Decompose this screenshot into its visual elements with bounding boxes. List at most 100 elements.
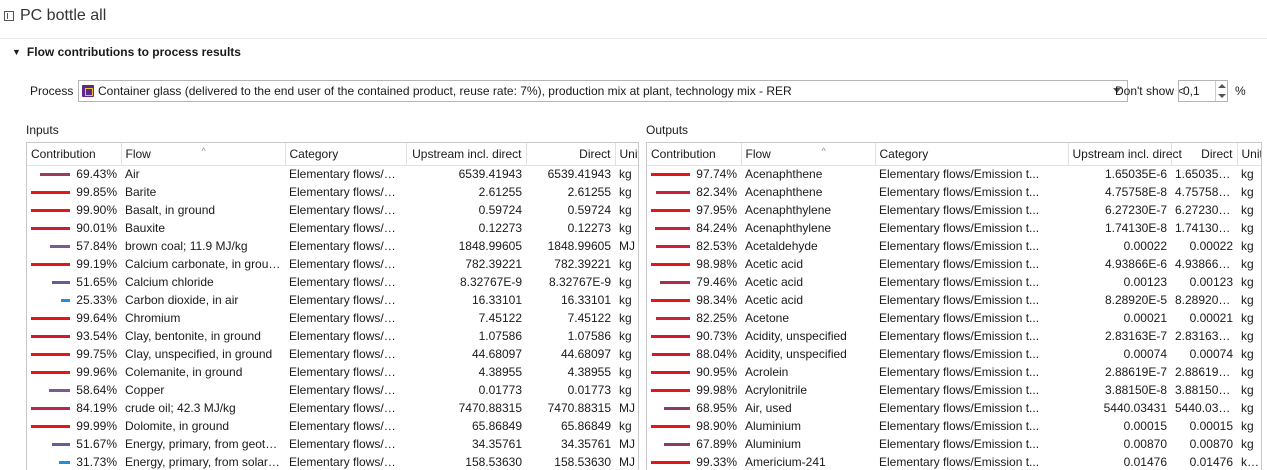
- contribution-value: 67.89%: [696, 437, 737, 451]
- contribution-cell: 84.24%: [647, 219, 741, 237]
- contribution-bar: [59, 460, 71, 464]
- contribution-value: 99.33%: [696, 455, 737, 469]
- process-label: Process: [30, 84, 74, 98]
- contribution-value: 25.33%: [76, 293, 117, 307]
- flow-cell: brown coal; 11.9 MJ/kg: [125, 239, 248, 253]
- table-row[interactable]: 69.43% Air Elementary flows/R... 6539.41943…: [27, 165, 638, 183]
- table-row[interactable]: 88.04% Acidity, unspecified Elementary flo…: [647, 345, 1261, 363]
- table-row[interactable]: 99.19% Calcium carbonate, in ground Elemen…: [27, 255, 638, 273]
- column-header-upstream[interactable]: Upstream incl. direct: [406, 143, 527, 166]
- table-row[interactable]: 84.19% crude oil; 42.3 MJ/kg Elementary fl…: [27, 399, 638, 417]
- table-row[interactable]: 90.95% Acrolein Elementary flows/Emission …: [647, 363, 1261, 381]
- column-header-contribution[interactable]: Contribution: [27, 143, 122, 166]
- table-row[interactable]: 99.64% Chromium Elementary flows/R... 7.451…: [27, 309, 638, 327]
- flow-cell: Acetic acid: [745, 275, 804, 289]
- contribution-bar: [651, 298, 691, 302]
- column-header-flow[interactable]: Flow ^: [121, 143, 286, 166]
- column-header-flow-label: Flow: [745, 146, 771, 161]
- upstream-cell: 0.00022: [1123, 239, 1167, 253]
- contribution-value: 57.84%: [76, 239, 117, 253]
- table-row[interactable]: 99.85% Barite Elementary flows/R... 2.61255…: [27, 183, 638, 201]
- contribution-value: 93.54%: [76, 329, 117, 343]
- table-row[interactable]: 98.98% Acetic acid Elementary flows/Emissi…: [647, 255, 1261, 273]
- unit-cell: kg: [1241, 167, 1254, 182]
- process-select[interactable]: Container glass (delivered to the end us…: [78, 80, 1128, 102]
- table-row[interactable]: 67.89% Aluminium Elementary flows/Emission…: [647, 435, 1261, 453]
- process-icon: [82, 85, 94, 97]
- table-row[interactable]: 82.34% Acenaphthene Elementary flows/Emiss…: [647, 183, 1261, 201]
- section-toggle[interactable]: ▼ Flow contributions to process results: [12, 43, 241, 61]
- spinner-buttons[interactable]: [1215, 81, 1227, 101]
- table-row[interactable]: 68.95% Air, used Elementary flows/Emission…: [647, 399, 1261, 417]
- unit-cell: kg: [619, 419, 632, 433]
- column-header-unit[interactable]: Unit: [1237, 143, 1261, 166]
- table-row[interactable]: 99.96% Colemanite, in ground Elementary fl…: [27, 363, 638, 381]
- upstream-cell: 4.38955: [478, 365, 522, 379]
- contribution-value: 97.74%: [696, 167, 737, 182]
- category-cell: Elementary flows/R...: [289, 365, 403, 379]
- cutoff-spinner[interactable]: 0,1: [1178, 80, 1228, 102]
- category-cell: Elementary flows/R...: [289, 455, 403, 469]
- column-header-upstream[interactable]: Upstream incl. direct: [1068, 143, 1182, 166]
- table-row[interactable]: 98.34% Acetic acid Elementary flows/Emissi…: [647, 291, 1261, 309]
- contribution-bar: [31, 226, 71, 230]
- table-row[interactable]: 99.90% Basalt, in ground Elementary flows/…: [27, 201, 638, 219]
- column-header-unit[interactable]: Unit: [615, 143, 638, 166]
- table-row[interactable]: 97.74% Acenaphthene Elementary flows/Emiss…: [647, 165, 1261, 183]
- column-header-flow[interactable]: Flow ^: [741, 143, 876, 166]
- category-cell: Elementary flows/Emission t...: [879, 437, 1040, 451]
- category-cell: Elementary flows/Emission t...: [879, 347, 1040, 361]
- table-row[interactable]: 99.98% Acrylonitrile Elementary flows/Emis…: [647, 381, 1261, 399]
- upstream-cell: 6.27230E-7: [1104, 203, 1167, 217]
- table-row[interactable]: 99.33% Americium-241 Elementary flows/Emis…: [647, 453, 1261, 470]
- table-row[interactable]: 31.73% Energy, primary, from solar ... Ele…: [27, 453, 638, 470]
- contribution-cell: 99.64%: [27, 309, 121, 327]
- contribution-cell: 99.99%: [27, 417, 121, 435]
- table-row[interactable]: 25.33% Carbon dioxide, in air Elementary f…: [27, 291, 638, 309]
- table-row[interactable]: 51.67% Energy, primary, from geoth... Elem…: [27, 435, 638, 453]
- upstream-cell: 8.28920E-5: [1104, 293, 1167, 307]
- increment-icon[interactable]: [1218, 84, 1226, 88]
- flow-cell: Colemanite, in ground: [125, 365, 243, 379]
- column-header-category[interactable]: Category: [875, 143, 1069, 166]
- decrement-icon[interactable]: [1218, 94, 1226, 98]
- outputs-table[interactable]: Contribution Flow ^ Category Upstream inc…: [646, 142, 1262, 470]
- cutoff-label: Don't show <: [1115, 84, 1185, 98]
- flow-cell: Acetaldehyde: [745, 239, 818, 253]
- category-cell: Elementary flows/R...: [289, 293, 403, 307]
- column-header-category[interactable]: Category: [285, 143, 407, 166]
- table-row[interactable]: 58.64% Copper Elementary flows/R... 0.01773…: [27, 381, 638, 399]
- sidebar-panel-icon: [4, 11, 14, 21]
- inputs-table[interactable]: Contribution Flow ^ Category Upstream inc…: [26, 142, 639, 470]
- flow-cell: Acenaphthylene: [745, 203, 832, 217]
- contribution-bar: [664, 442, 691, 446]
- table-row[interactable]: 57.84% brown coal; 11.9 MJ/kg Elementary f…: [27, 237, 638, 255]
- table-row[interactable]: 82.53% Acetaldehyde Elementary flows/Emiss…: [647, 237, 1261, 255]
- flow-cell: Barite: [125, 185, 157, 199]
- table-row[interactable]: 90.01% Bauxite Elementary flows/R... 0.1227…: [27, 219, 638, 237]
- upstream-cell: 1.65035E-6: [1104, 167, 1167, 182]
- table-row[interactable]: 93.54% Clay, bentonite, in ground Elementa…: [27, 327, 638, 345]
- table-row[interactable]: 99.99% Dolomite, in ground Elementary flow…: [27, 417, 638, 435]
- table-row[interactable]: 51.65% Calcium chloride Elementary flows/R…: [27, 273, 638, 291]
- column-header-contribution[interactable]: Contribution: [647, 143, 742, 166]
- table-row[interactable]: 97.95% Acenaphthylene Elementary flows/Emi…: [647, 201, 1261, 219]
- direct-cell: 7.45122: [567, 311, 611, 325]
- table-row[interactable]: 99.75% Clay, unspecified, in ground Elemen…: [27, 345, 638, 363]
- table-row[interactable]: 82.25% Acetone Elementary flows/Emission t…: [647, 309, 1261, 327]
- contribution-bar: [31, 352, 71, 356]
- column-header-direct[interactable]: Direct: [526, 143, 616, 166]
- category-cell: Elementary flows/R...: [289, 311, 403, 325]
- unit-cell: MJ: [619, 239, 635, 253]
- table-row[interactable]: 90.73% Acidity, unspecified Elementary flo…: [647, 327, 1261, 345]
- table-row[interactable]: 79.46% Acetic acid Elementary flows/Emissi…: [647, 273, 1261, 291]
- contribution-cell: 58.64%: [27, 381, 121, 399]
- direct-cell: 65.86849: [560, 419, 611, 433]
- table-row[interactable]: 98.90% Aluminium Elementary flows/Emission…: [647, 417, 1261, 435]
- direct-cell: 158.53630: [554, 455, 611, 469]
- column-header-direct[interactable]: Direct: [1171, 143, 1238, 166]
- contribution-cell: 68.95%: [647, 399, 741, 417]
- direct-cell: 7470.88315: [547, 401, 611, 415]
- contribution-value: 84.19%: [76, 401, 117, 415]
- table-row[interactable]: 84.24% Acenaphthylene Elementary flows/Emi…: [647, 219, 1261, 237]
